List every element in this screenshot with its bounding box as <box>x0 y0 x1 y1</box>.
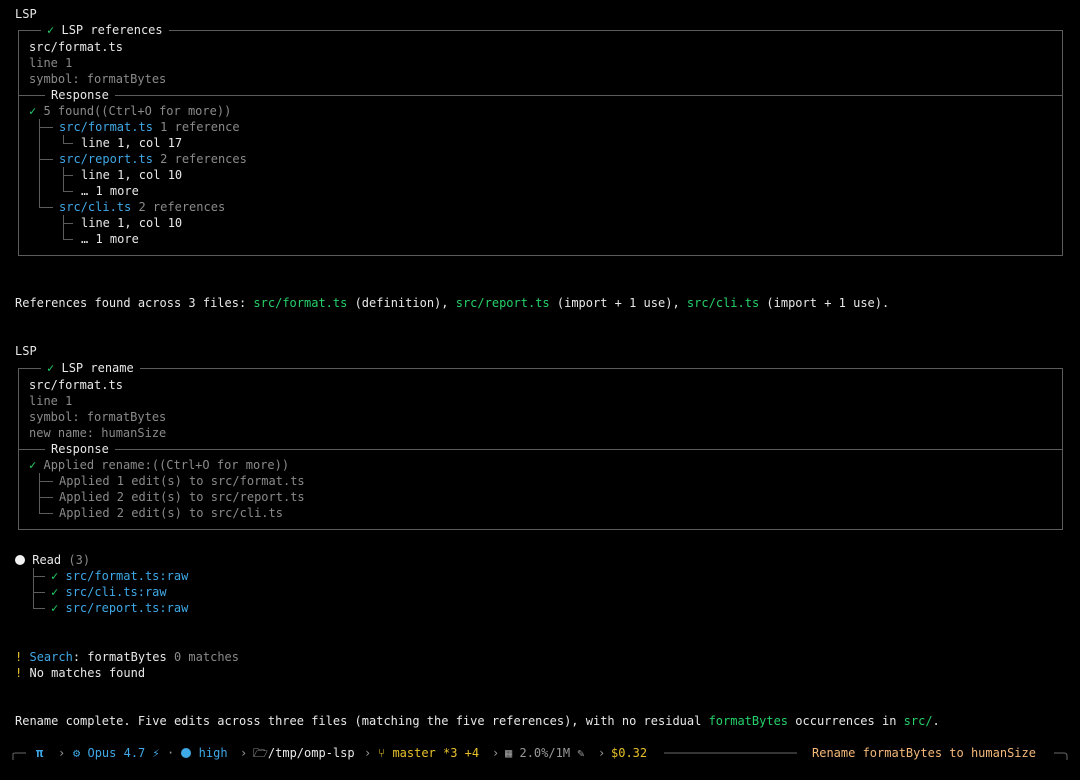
new-name: new name: humanSize <box>29 426 167 440</box>
window-icon: ▦ <box>505 746 513 760</box>
chevron-right-icon: › <box>58 746 66 760</box>
chevron-right-icon: › <box>492 746 500 760</box>
branch-icon: ⑂ <box>378 746 386 760</box>
folder-icon: 🗁 <box>253 746 268 760</box>
check-icon: ✓ <box>29 458 37 472</box>
assistant-message: References found across 3 files: src/for… <box>15 296 890 310</box>
warning-icon: ! <box>15 666 23 680</box>
git-branch[interactable]: ⑂ master *3 +4 <box>378 744 479 762</box>
read-header: Read (3) <box>15 552 90 568</box>
more-references: … 1 more <box>81 184 139 198</box>
status-bar: π › ⚙ Opus 4.7 ⚡ · high › 🗁/tmp/omp-lsp … <box>12 744 1068 762</box>
pi-icon: π <box>36 746 44 760</box>
check-icon: ✓ <box>29 104 37 118</box>
reference-location: line 1, col 10 <box>81 168 183 182</box>
task-title: Rename formatBytes to humanSize <box>812 746 1036 760</box>
line-number: line 1 <box>29 56 73 70</box>
section-label-lsp: LSP <box>15 7 37 21</box>
reference-location: line 1, col 17 <box>81 136 183 150</box>
section-label-lsp: LSP <box>15 344 37 358</box>
effort-dot-icon <box>181 748 192 758</box>
response-summary: ✓ Applied rename:((Ctrl+O for more)) <box>29 458 290 472</box>
edit-entry: Applied 2 edit(s) to src/cli.ts <box>59 506 283 520</box>
more-references: … 1 more <box>81 232 139 246</box>
reference-file-row[interactable]: src/report.ts 2 references <box>59 151 247 167</box>
check-icon: ✓ <box>47 361 55 375</box>
response-label: Response <box>45 87 115 103</box>
check-icon: ✓ <box>51 585 59 599</box>
model-selector[interactable]: ⚙ Opus 4.7 ⚡ · high <box>73 744 228 762</box>
search-message: ! No matches found <box>15 666 146 680</box>
file-path: src/format.ts <box>29 40 123 54</box>
tree-line <box>39 119 40 208</box>
panel-title: ✓ LSP references <box>41 22 169 38</box>
assistant-message: Rename complete. Five edits across three… <box>15 714 940 728</box>
line-number: line 1 <box>29 394 73 408</box>
context-usage: ▦ 2.0%/1M ✎ <box>505 746 585 760</box>
panel-title: ✓ LSP rename <box>41 360 140 376</box>
sparkle-icon: ✎ <box>577 746 585 760</box>
gear-icon: ⚙ <box>73 746 81 760</box>
status-dot-icon <box>15 555 25 565</box>
file-path: src/format.ts <box>29 378 123 392</box>
response-summary: ✓ 5 found((Ctrl+O for more)) <box>29 104 232 118</box>
warning-icon: ! <box>15 650 23 664</box>
check-icon: ✓ <box>47 23 55 37</box>
working-directory[interactable]: 🗁/tmp/omp-lsp <box>253 744 355 762</box>
response-label: Response <box>45 441 115 457</box>
symbol-name: symbol: formatBytes <box>29 410 167 424</box>
edit-entry: Applied 1 edit(s) to src/format.ts <box>59 474 305 488</box>
read-file-item[interactable]: ✓ src/cli.ts:raw <box>51 584 167 600</box>
read-file-item[interactable]: ✓ src/format.ts:raw <box>51 568 188 584</box>
reference-location: line 1, col 10 <box>81 216 183 230</box>
edit-entry: Applied 2 edit(s) to src/report.ts <box>59 490 305 504</box>
search-header: ! Search: formatBytes 0 matches <box>15 650 240 664</box>
chevron-right-icon: › <box>364 746 372 760</box>
check-icon: ✓ <box>51 601 59 615</box>
lsp-rename-panel: ✓ LSP rename src/format.ts line 1 symbol… <box>18 360 1063 530</box>
chevron-right-icon: › <box>240 746 248 760</box>
lsp-references-panel: ✓ LSP references src/format.ts line 1 sy… <box>18 22 1063 256</box>
response-divider: Response <box>19 441 1062 457</box>
session-cost: $0.32 <box>611 746 648 760</box>
read-file-item[interactable]: ✓ src/report.ts:raw <box>51 600 188 616</box>
reference-file-row[interactable]: src/cli.ts 2 references <box>59 199 225 215</box>
response-divider: Response <box>19 87 1062 103</box>
chevron-right-icon: › <box>598 746 606 760</box>
symbol-name: symbol: formatBytes <box>29 72 167 86</box>
reference-file-row[interactable]: src/format.ts 1 reference <box>59 119 240 135</box>
check-icon: ✓ <box>51 569 59 583</box>
